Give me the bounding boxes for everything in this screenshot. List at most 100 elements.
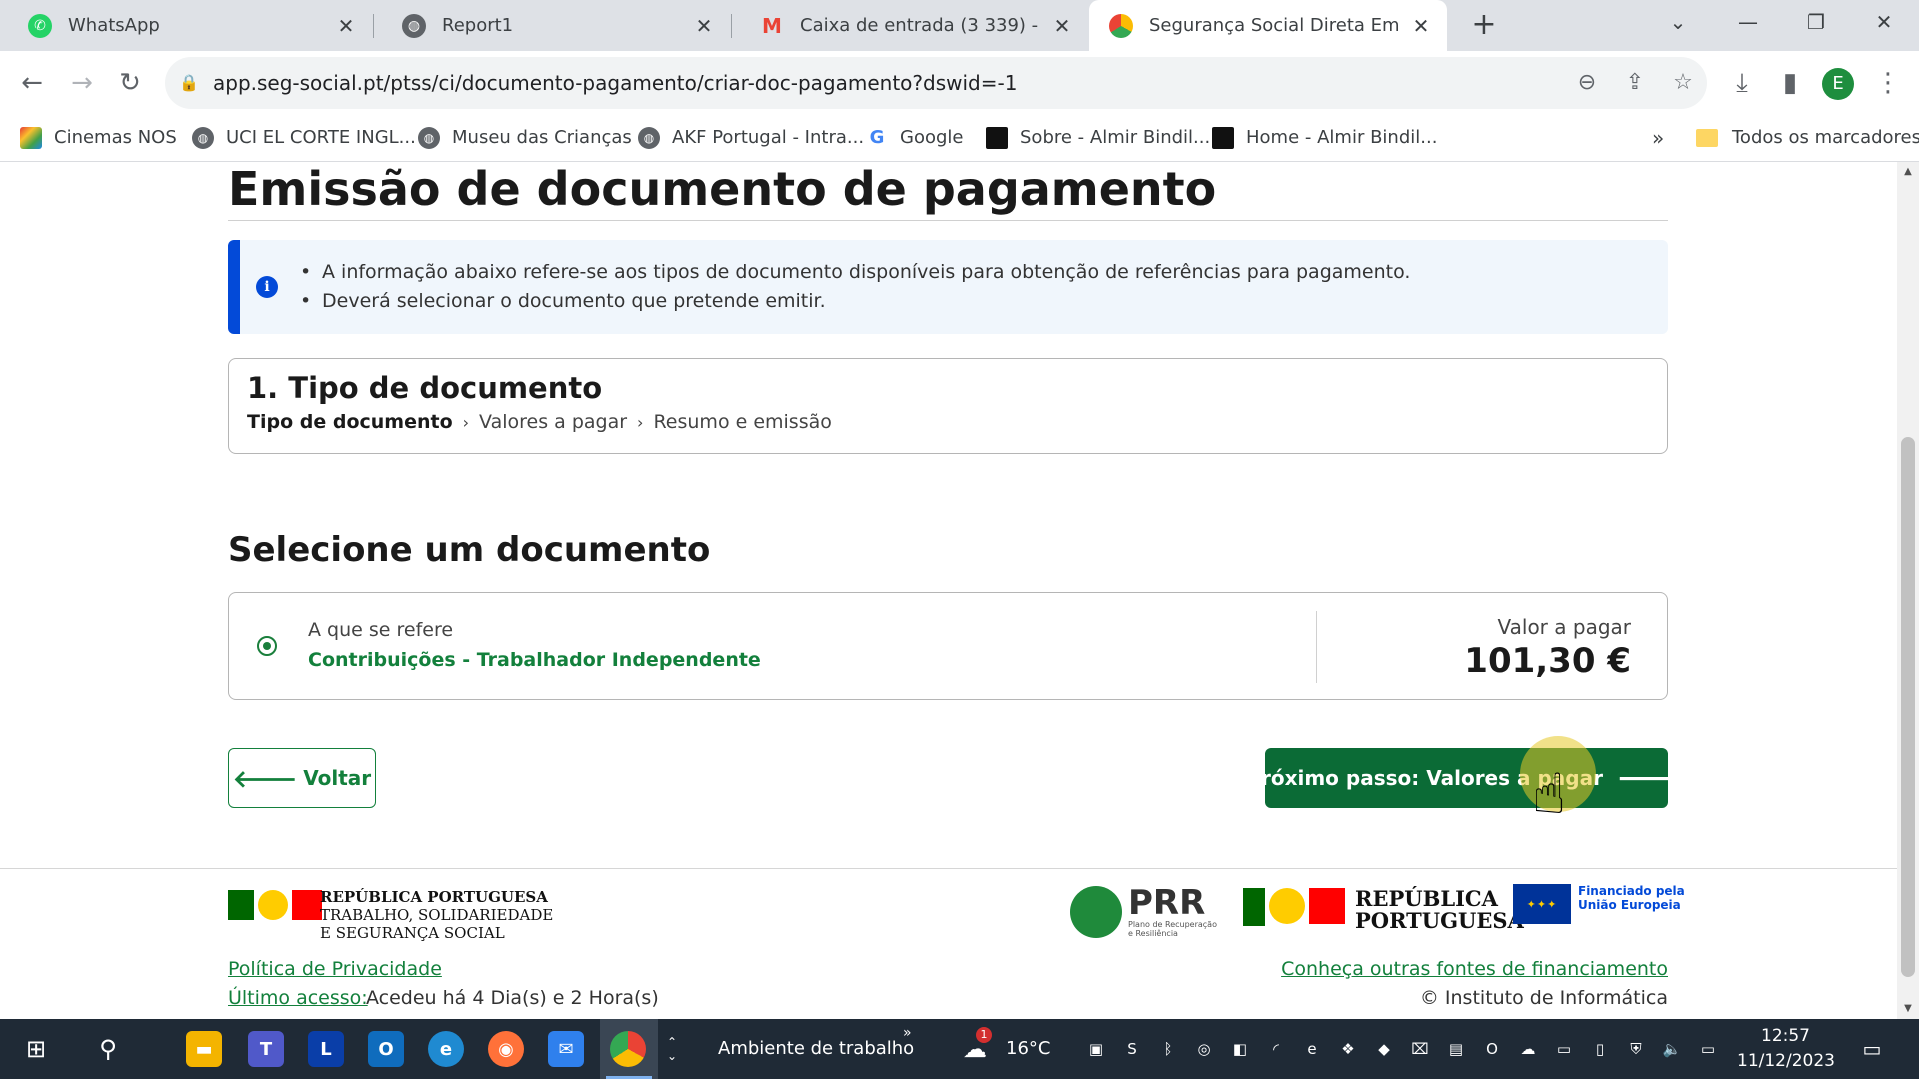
close-icon[interactable]: ✕ bbox=[1050, 14, 1074, 38]
camera-icon[interactable]: ⌧ bbox=[1408, 1037, 1432, 1061]
menu-kebab-icon[interactable]: ⋮ bbox=[1868, 63, 1908, 103]
bookmark-label: AKF Portugal - Intra... bbox=[672, 127, 865, 148]
back-button[interactable]: 🡐 Voltar bbox=[228, 748, 376, 808]
usb-icon[interactable]: ▯ bbox=[1588, 1037, 1612, 1061]
outlook-icon[interactable]: O bbox=[368, 1031, 404, 1067]
minimize-icon[interactable]: — bbox=[1715, 0, 1781, 44]
document-option[interactable]: A que se refere Contribuições - Trabalha… bbox=[228, 592, 1668, 700]
close-icon[interactable]: ✕ bbox=[1409, 14, 1433, 38]
battery-icon[interactable]: ▭ bbox=[1696, 1037, 1720, 1061]
security-shield-icon[interactable]: ⛨ bbox=[1624, 1037, 1648, 1061]
last-access-link[interactable]: Último acesso: bbox=[228, 987, 368, 1009]
side-panel-icon[interactable]: ▮ bbox=[1770, 63, 1810, 103]
bookmark-label: Sobre - Almir Bindil... bbox=[1020, 127, 1211, 148]
download-icon[interactable]: ⤓ bbox=[1722, 63, 1762, 103]
l-app-icon[interactable]: L bbox=[308, 1031, 344, 1067]
tab-gmail[interactable]: M Caixa de entrada (3 339) - tavare ✕ bbox=[732, 0, 1088, 51]
funding-sources-link[interactable]: Conheça outras fontes de financiamento bbox=[1281, 958, 1668, 980]
back-arrow-icon[interactable]: ← bbox=[12, 63, 52, 103]
desktop-chevron[interactable]: » bbox=[903, 1025, 912, 1041]
edge-icon[interactable]: e bbox=[428, 1031, 464, 1067]
eu-line: União Europeia bbox=[1578, 898, 1681, 912]
mail-icon[interactable]: ✉ bbox=[548, 1031, 584, 1067]
search-icon[interactable]: ⚲ bbox=[88, 1029, 128, 1069]
document-type: Contribuições - Trabalhador Independente bbox=[308, 649, 761, 671]
display-icon[interactable]: ▭ bbox=[1552, 1037, 1576, 1061]
scroll-down-icon[interactable]: ▼ bbox=[1897, 999, 1919, 1019]
clock-time[interactable]: 12:57 bbox=[1761, 1026, 1810, 1046]
outlook-tray-icon[interactable]: O bbox=[1480, 1037, 1504, 1061]
tray-app-icon[interactable]: ▣ bbox=[1084, 1037, 1108, 1061]
notifications-icon[interactable]: ▭ bbox=[1860, 1037, 1884, 1061]
office-icon[interactable]: ▤ bbox=[1444, 1037, 1468, 1061]
privacy-policy-link[interactable]: Política de Privacidade bbox=[228, 958, 442, 980]
weather-badge: 1 bbox=[976, 1027, 992, 1043]
tab-title: Segurança Social Direta Emissão bbox=[1149, 15, 1399, 36]
scroll-up-icon[interactable]: ▲ bbox=[1897, 162, 1919, 182]
breadcrumb: Tipo de documento › Valores a pagar › Re… bbox=[247, 411, 832, 433]
tab-seg-social[interactable]: Segurança Social Direta Emissão ✕ bbox=[1089, 0, 1447, 51]
teams-icon[interactable]: T bbox=[248, 1031, 284, 1067]
address-bar[interactable]: 🔒 app.seg-social.pt/ptss/ci/documento-pa… bbox=[165, 57, 1707, 109]
arrow-left-icon: 🡐 bbox=[232, 764, 298, 793]
forward-arrow-icon[interactable]: → bbox=[62, 63, 102, 103]
last-access-value: Acedeu há 4 Dia(s) e 2 Hora(s) bbox=[366, 987, 659, 1009]
window-close-icon[interactable]: ✕ bbox=[1851, 0, 1917, 44]
url-text[interactable]: app.seg-social.pt/ptss/ci/documento-paga… bbox=[213, 71, 1017, 95]
bookmark-label: UCI EL CORTE INGL... bbox=[226, 127, 416, 148]
gmail-icon: M bbox=[762, 13, 782, 38]
breadcrumb-item: Resumo e emissão bbox=[653, 411, 832, 433]
all-bookmarks-folder[interactable]: Todos os marcadores bbox=[1696, 114, 1919, 161]
skype-icon[interactable]: S bbox=[1120, 1037, 1144, 1061]
globe-icon: ◍ bbox=[418, 126, 440, 149]
volume-icon[interactable]: 🔈 bbox=[1660, 1037, 1684, 1061]
bookmark-star-icon[interactable]: ☆ bbox=[1667, 67, 1699, 99]
document-radio[interactable] bbox=[257, 636, 277, 656]
scrollbar-thumb[interactable] bbox=[1901, 437, 1915, 977]
tab-search-icon[interactable]: ⌄ bbox=[1645, 0, 1711, 44]
tab-report1[interactable]: ◍ Report1 ✕ bbox=[374, 0, 730, 51]
chrome-tray-icon[interactable]: ◎ bbox=[1192, 1037, 1216, 1061]
taskbar-scroll-icon[interactable]: ⌃ ⌄ bbox=[652, 1029, 692, 1069]
tray-app-icon[interactable]: ◧ bbox=[1228, 1037, 1252, 1061]
close-icon[interactable]: ✕ bbox=[692, 14, 716, 38]
bookmark-cinemas-nos[interactable]: Cinemas NOS bbox=[20, 114, 177, 161]
bookmark-label: Cinemas NOS bbox=[54, 127, 177, 148]
edge-tray-icon[interactable]: e bbox=[1300, 1037, 1324, 1061]
bluetooth-icon[interactable]: ᛒ bbox=[1156, 1037, 1180, 1061]
anydesk-icon[interactable]: ◆ bbox=[1372, 1037, 1396, 1061]
bookmark-google[interactable]: G Google bbox=[866, 114, 964, 161]
firefox-icon[interactable]: ◉ bbox=[488, 1031, 524, 1067]
wifi-icon[interactable]: ◜ bbox=[1264, 1037, 1288, 1061]
bookmark-akf[interactable]: ◍ AKF Portugal - Intra... bbox=[638, 114, 864, 161]
clock-date[interactable]: 11/12/2023 bbox=[1737, 1051, 1835, 1071]
page-scrollbar[interactable]: ▲ ▼ bbox=[1897, 162, 1919, 1019]
info-item: A informação abaixo refere-se aos tipos … bbox=[300, 258, 1410, 287]
new-tab-icon[interactable]: + bbox=[1466, 8, 1502, 44]
desktop-label[interactable]: Ambiente de trabalho bbox=[718, 1038, 914, 1059]
bookmarks-bar: Cinemas NOS ◍ UCI EL CORTE INGL... ◍ Mus… bbox=[0, 114, 1919, 162]
bookmark-sobre-almir[interactable]: Sobre - Almir Bindil... bbox=[986, 114, 1210, 161]
windows-start-icon[interactable]: ⊞ bbox=[16, 1029, 56, 1069]
lock-icon[interactable]: 🔒 bbox=[177, 71, 201, 95]
tab-whatsapp[interactable]: ✆ WhatsApp ✕ bbox=[0, 0, 372, 51]
rp-line: REPÚBLICA bbox=[1355, 886, 1498, 911]
rp-line: PORTUGUESA bbox=[1355, 908, 1524, 933]
prr-title: PRR bbox=[1128, 883, 1206, 923]
zoom-icon[interactable]: ⊖ bbox=[1571, 67, 1603, 99]
bookmarks-overflow-icon[interactable]: » bbox=[1652, 114, 1664, 161]
bookmark-museu[interactable]: ◍ Museu das Crianças bbox=[418, 114, 632, 161]
file-explorer-icon[interactable]: ▬ bbox=[186, 1031, 222, 1067]
bookmark-uci[interactable]: ◍ UCI EL CORTE INGL... bbox=[192, 114, 416, 161]
close-icon[interactable]: ✕ bbox=[334, 14, 358, 38]
weather-temp[interactable]: 16°C bbox=[1006, 1038, 1050, 1059]
reload-icon[interactable]: ↻ bbox=[110, 63, 150, 103]
share-icon[interactable]: ⇪ bbox=[1619, 67, 1651, 99]
onedrive-icon[interactable]: ☁ bbox=[1516, 1037, 1540, 1061]
next-step-button[interactable]: Próximo passo: Valores a pagar 🡒 bbox=[1246, 748, 1687, 808]
chrome-taskbar-active[interactable] bbox=[600, 1019, 658, 1079]
bookmark-home-almir[interactable]: Home - Almir Bindil... bbox=[1212, 114, 1437, 161]
restore-icon[interactable]: ❐ bbox=[1783, 0, 1849, 44]
profile-avatar[interactable]: E bbox=[1822, 68, 1854, 100]
dropbox-icon[interactable]: ❖ bbox=[1336, 1037, 1360, 1061]
